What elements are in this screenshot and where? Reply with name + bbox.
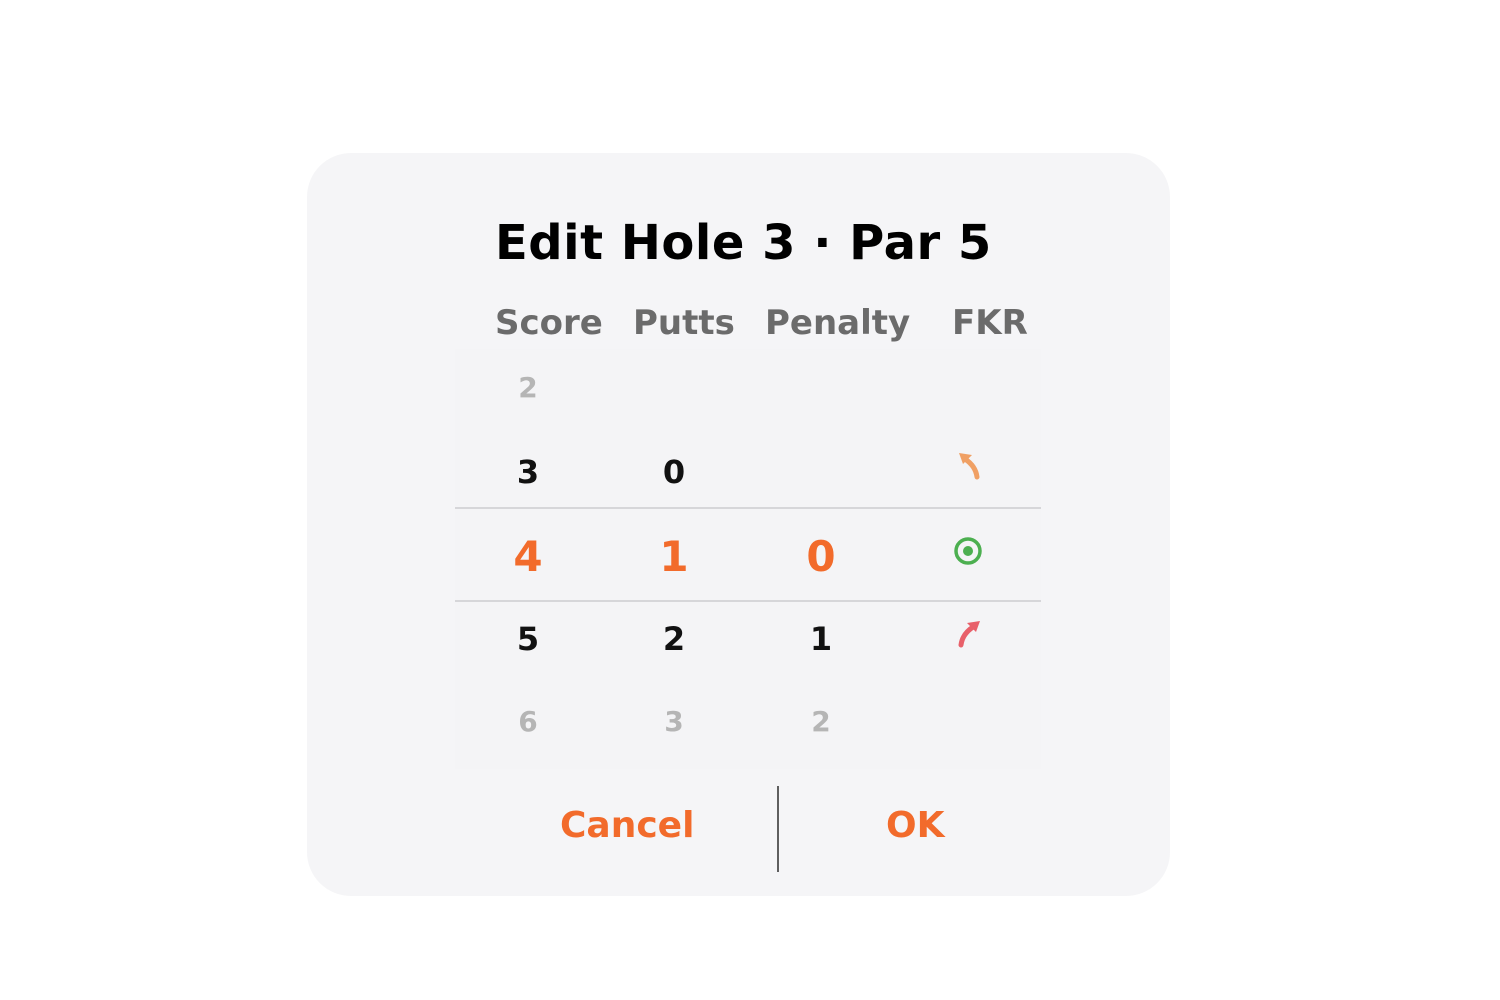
score-option[interactable]: 5 — [488, 623, 568, 655]
fkr-header: FKR — [952, 303, 1028, 343]
putts-option[interactable]: 0 — [634, 456, 714, 488]
selection-bottom-line — [455, 600, 1041, 602]
putts-option[interactable]: 2 — [634, 623, 714, 655]
selection-top-line — [455, 507, 1041, 509]
score-option[interactable]: 2 — [488, 374, 568, 402]
missed-left-arrow-icon[interactable] — [951, 445, 991, 485]
penalty-option[interactable]: 2 — [781, 708, 861, 736]
penalty-header: Penalty — [765, 303, 911, 343]
putts-selected-value[interactable]: 1 — [634, 536, 714, 578]
score-header: Score — [495, 303, 603, 343]
score-option[interactable]: 3 — [488, 456, 568, 488]
score-selected-value[interactable]: 4 — [488, 536, 568, 578]
missed-right-arrow-icon[interactable] — [949, 613, 989, 653]
hole-stats-picker[interactable]: 2 3 4 5 6 0 1 2 3 0 1 2 — [455, 349, 1041, 769]
putts-header: Putts — [633, 303, 735, 343]
cancel-button[interactable]: Cancel — [560, 805, 694, 846]
edit-hole-dialog: Edit Hole 3 · Par 5 Score Putts Penalty … — [307, 153, 1170, 896]
score-option[interactable]: 6 — [488, 708, 568, 736]
button-divider — [777, 786, 779, 872]
ok-button[interactable]: OK — [886, 805, 945, 846]
fairway-hit-target-icon[interactable] — [948, 531, 988, 571]
penalty-option[interactable]: 1 — [781, 623, 861, 655]
dialog-title: Edit Hole 3 · Par 5 — [495, 215, 992, 271]
putts-option[interactable]: 3 — [634, 708, 714, 736]
penalty-selected-value[interactable]: 0 — [781, 536, 861, 578]
